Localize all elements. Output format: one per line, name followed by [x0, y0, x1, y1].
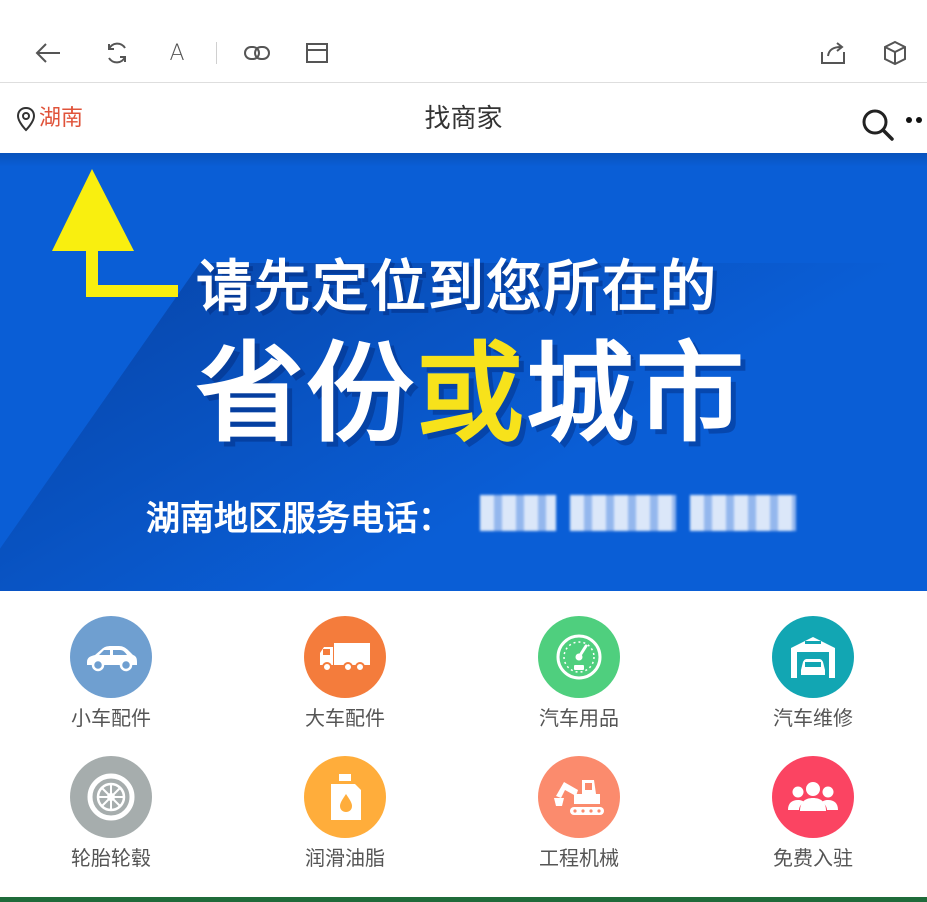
- cube-icon[interactable]: [878, 36, 912, 70]
- banner-line1: 请先定位到您所在的: [196, 255, 718, 320]
- category-label: 汽车维修: [773, 706, 853, 730]
- tire-icon: [87, 773, 135, 821]
- garage-icon: [791, 637, 835, 678]
- font-size-button[interactable]: A: [160, 36, 194, 70]
- banner-line2-part1: 省份: [196, 332, 417, 457]
- category-grid: 小车配件 大车配件 汽车用品 汽车维修 轮胎轮毂 润滑油脂 工程机械 免费入驻: [0, 591, 927, 897]
- page-title: 找商家: [424, 104, 503, 134]
- arrow-up-icon: [52, 169, 178, 297]
- category-icon-circle: [538, 756, 620, 838]
- people-icon: [788, 782, 838, 811]
- search-icon[interactable]: [860, 107, 896, 143]
- app-header: 湖南 找商家: [0, 83, 927, 153]
- banner-phone-label: 湖南地区服务电话：: [146, 499, 452, 539]
- category-icon-circle: [772, 756, 854, 838]
- bottom-nav-edge: [0, 897, 927, 902]
- oil-can-icon: [331, 774, 361, 820]
- category-item[interactable]: 轮胎轮毂: [31, 756, 191, 886]
- link-icon[interactable]: [240, 36, 274, 70]
- category-item[interactable]: 免费入驻: [733, 756, 893, 886]
- more-icon[interactable]: [905, 109, 927, 131]
- banner-top-fade: [0, 153, 927, 167]
- window-icon[interactable]: [300, 36, 334, 70]
- share-icon[interactable]: [816, 36, 850, 70]
- category-icon-circle: [538, 616, 620, 698]
- gauge-icon: [556, 634, 602, 680]
- phone-number-redacted: [690, 495, 796, 531]
- category-label: 轮胎轮毂: [71, 846, 151, 870]
- category-item[interactable]: 汽车用品: [499, 616, 659, 746]
- category-item[interactable]: 工程机械: [499, 756, 659, 886]
- category-icon-circle: [70, 616, 152, 698]
- category-label: 润滑油脂: [305, 846, 385, 870]
- back-icon[interactable]: [31, 36, 65, 70]
- category-item[interactable]: 小车配件: [31, 616, 191, 746]
- car-icon: [87, 646, 137, 672]
- category-icon-circle: [304, 616, 386, 698]
- category-label: 小车配件: [71, 706, 151, 730]
- location-banner[interactable]: 请先定位到您所在的 省份或城市 湖南地区服务电话：: [0, 153, 927, 591]
- phone-number-redacted: [480, 495, 556, 531]
- phone-number-redacted: [570, 495, 676, 531]
- category-item[interactable]: 润滑油脂: [265, 756, 425, 886]
- category-label: 汽车用品: [539, 706, 619, 730]
- category-icon-circle: [70, 756, 152, 838]
- truck-icon: [320, 643, 370, 672]
- category-icon-circle: [772, 616, 854, 698]
- banner-line2: 省份或城市: [196, 333, 746, 457]
- toolbar-separator: [216, 42, 217, 64]
- category-item[interactable]: 汽车维修: [733, 616, 893, 746]
- refresh-icon[interactable]: [100, 36, 134, 70]
- category-label: 大车配件: [305, 706, 385, 730]
- banner-line2-highlight: 或: [416, 332, 527, 457]
- category-label: 工程机械: [539, 846, 619, 870]
- category-item[interactable]: 大车配件: [265, 616, 425, 746]
- excavator-icon: [554, 780, 604, 815]
- category-icon-circle: [304, 756, 386, 838]
- banner-line2-part2: 城市: [526, 332, 747, 457]
- category-label: 免费入驻: [773, 846, 853, 870]
- browser-toolbar: A: [0, 0, 927, 83]
